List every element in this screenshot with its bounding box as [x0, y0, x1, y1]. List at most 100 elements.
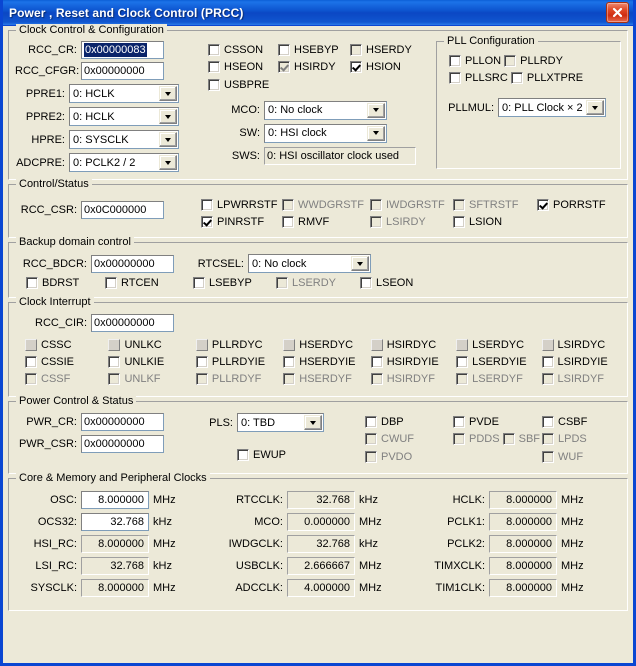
- mco-combo[interactable]: 0: No clock: [264, 100, 387, 120]
- checkbox-hseon[interactable]: HSEON: [208, 59, 263, 76]
- checkbox-hserdyie-label: HSERDYIE: [299, 356, 356, 368]
- checkbox-lsirdy[interactable]: LSIRDY: [370, 214, 426, 231]
- rcc-cfgr-label: RCC_CFGR:: [15, 65, 80, 77]
- checkbox-hserdyf[interactable]: HSERDYF: [283, 371, 352, 387]
- title-bar[interactable]: Power , Reset and Clock Control (PRCC): [3, 0, 633, 26]
- checkbox-cssc[interactable]: CSSC: [25, 337, 72, 353]
- checkbox-pdds[interactable]: PDDS: [453, 431, 500, 448]
- pllmul-combo[interactable]: 0: PLL Clock × 2: [498, 98, 606, 117]
- ocs32-input[interactable]: 32.768: [81, 513, 149, 531]
- checkbox-hserdyc[interactable]: HSERDYC: [283, 337, 353, 353]
- checkbox-hsirdy[interactable]: HSIRDY: [278, 59, 336, 76]
- rtcsel-combo[interactable]: 0: No clock: [248, 254, 371, 273]
- checkbox-unlkf[interactable]: UNLKF: [108, 371, 161, 387]
- checkbox-lpwrrstf-label: LPWRRSTF: [217, 198, 278, 211]
- checkbox-hsirdyc[interactable]: HSIRDYC: [370, 337, 436, 353]
- chevron-down-icon[interactable]: [159, 132, 177, 147]
- checkbox-pllrdyf[interactable]: PLLRDYF: [195, 371, 261, 387]
- checkbox-hserdyie[interactable]: HSERDYIE: [283, 354, 356, 370]
- checkbox-unlkie[interactable]: UNLKIE: [108, 354, 164, 370]
- rcc-cr-input[interactable]: 0x00000083: [81, 41, 164, 59]
- checkbox-pllxtpre[interactable]: PLLXTPRE: [510, 70, 583, 87]
- checkbox-icon: [278, 43, 290, 56]
- checkbox-pvde[interactable]: PVDE: [453, 413, 499, 430]
- checkbox-pllsrc[interactable]: PLLSRC: [449, 70, 508, 87]
- checkbox-lsirdyie[interactable]: LSIRDYIE: [541, 354, 608, 370]
- chevron-down-icon[interactable]: [367, 102, 385, 118]
- checkbox-pvdo[interactable]: PVDO: [365, 448, 412, 465]
- chevron-down-icon[interactable]: [351, 256, 369, 271]
- checkbox-rtcen-label: RTCEN: [121, 277, 159, 289]
- checkbox-lpds[interactable]: LPDS: [542, 431, 587, 448]
- checkbox-usbpre[interactable]: USBPRE: [208, 76, 269, 93]
- checkbox-lsebyp[interactable]: LSEBYP: [193, 277, 252, 289]
- chevron-down-icon[interactable]: [586, 100, 604, 115]
- checkbox-pllrdyc[interactable]: PLLRDYC: [195, 337, 263, 353]
- chevron-down-icon[interactable]: [159, 109, 177, 124]
- checkbox-lserdyie[interactable]: LSERDYIE: [456, 354, 527, 370]
- checkbox-ewup[interactable]: EWUP: [237, 449, 286, 461]
- checkbox-lserdyf[interactable]: LSERDYF: [456, 371, 523, 387]
- checkbox-bdrst[interactable]: BDRST: [26, 277, 79, 289]
- hpre-combo[interactable]: 0: SYSCLK: [69, 130, 179, 149]
- checkbox-lsion[interactable]: LSION: [453, 214, 502, 231]
- checkbox-lpwrrstf[interactable]: LPWRRSTF: [201, 196, 278, 213]
- chevron-down-icon[interactable]: [304, 415, 322, 430]
- checkbox-hsirdyf[interactable]: HSIRDYF: [370, 371, 435, 387]
- checkbox-rtcen[interactable]: RTCEN: [105, 277, 159, 289]
- ppre2-combo[interactable]: 0: HCLK: [69, 107, 179, 126]
- checkbox-pinrstf[interactable]: PINRSTF: [201, 214, 264, 231]
- close-button[interactable]: [606, 2, 629, 23]
- pwr-cr-input[interactable]: 0x00000000: [81, 413, 164, 431]
- checkbox-cssie[interactable]: CSSIE: [25, 354, 74, 370]
- checkbox-cssf[interactable]: CSSF: [25, 371, 70, 387]
- rcc-csr-input[interactable]: 0x0C000000: [81, 201, 164, 219]
- checkbox-lseon[interactable]: LSEON: [360, 277, 413, 289]
- sw-combo[interactable]: 0: HSI clock: [264, 123, 387, 143]
- adcpre-combo[interactable]: 0: PCLK2 / 2: [69, 153, 179, 172]
- checkbox-iwdgrstf-label: IWDGRSTF: [386, 198, 445, 211]
- checkbox-porrstf[interactable]: PORRSTF: [537, 196, 606, 213]
- checkbox-icon: [26, 277, 38, 289]
- rcc-cir-input[interactable]: 0x00000000: [91, 314, 174, 332]
- checkbox-csson[interactable]: CSSON: [208, 41, 263, 58]
- checkbox-unlkc[interactable]: UNLKC: [108, 337, 162, 353]
- checkbox-dbp[interactable]: DBP: [365, 413, 404, 430]
- checkbox-csbf[interactable]: CSBF: [542, 413, 587, 430]
- rcc-cfgr-input[interactable]: 0x00000000: [81, 62, 164, 80]
- checkbox-hsion[interactable]: HSION: [350, 59, 401, 76]
- checkbox-pllrdy[interactable]: PLLRDY: [504, 52, 563, 69]
- checkbox-pllon[interactable]: PLLON: [449, 52, 501, 69]
- checkbox-wwdgrstf[interactable]: WWDGRSTF: [282, 196, 364, 213]
- checkbox-pdds-label: PDDS: [469, 433, 500, 445]
- ppre1-combo[interactable]: 0: HCLK: [69, 84, 179, 103]
- checkbox-cwuf[interactable]: CWUF: [365, 431, 414, 448]
- checkbox-wuf[interactable]: WUF: [542, 448, 583, 465]
- rcc-bdcr-input[interactable]: 0x00000000: [91, 254, 174, 273]
- checkbox-icon: [453, 198, 465, 211]
- checkbox-rmvf[interactable]: RMVF: [282, 214, 329, 231]
- pls-combo[interactable]: 0: TBD: [237, 413, 324, 432]
- checkbox-lsirdyf[interactable]: LSIRDYF: [541, 371, 605, 387]
- checkbox-lsirdyc[interactable]: LSIRDYC: [541, 337, 605, 353]
- checkbox-hsebyp[interactable]: HSEBYP: [278, 41, 339, 58]
- checkbox-sftrstf[interactable]: SFTRSTF: [453, 196, 519, 213]
- checkbox-hserdy[interactable]: HSERDY: [350, 41, 412, 58]
- osc-input[interactable]: 8.000000: [81, 491, 149, 509]
- checkbox-lsirdyf-label: LSIRDYF: [557, 373, 605, 385]
- pwr-csr-input[interactable]: 0x00000000: [81, 435, 164, 453]
- checkbox-pllrdyie[interactable]: PLLRDYIE: [195, 354, 265, 370]
- checkbox-icon: [370, 356, 383, 368]
- lsi-rc-value: 32.768: [81, 557, 149, 575]
- checkbox-hsirdyie[interactable]: HSIRDYIE: [370, 354, 439, 370]
- checkbox-sbf[interactable]: SBF: [502, 431, 540, 448]
- checkbox-icon: [542, 450, 554, 463]
- group-clock-interrupt-legend: Clock Interrupt: [16, 296, 94, 308]
- checkbox-lserdy[interactable]: LSERDY: [276, 277, 336, 289]
- checkbox-lserdyc[interactable]: LSERDYC: [456, 337, 524, 353]
- checkbox-iwdgrstf[interactable]: IWDGRSTF: [370, 196, 445, 213]
- chevron-down-icon[interactable]: [159, 86, 177, 101]
- checkbox-pllrdy-label: PLLRDY: [520, 54, 563, 67]
- chevron-down-icon[interactable]: [367, 125, 385, 141]
- chevron-down-icon[interactable]: [159, 155, 177, 170]
